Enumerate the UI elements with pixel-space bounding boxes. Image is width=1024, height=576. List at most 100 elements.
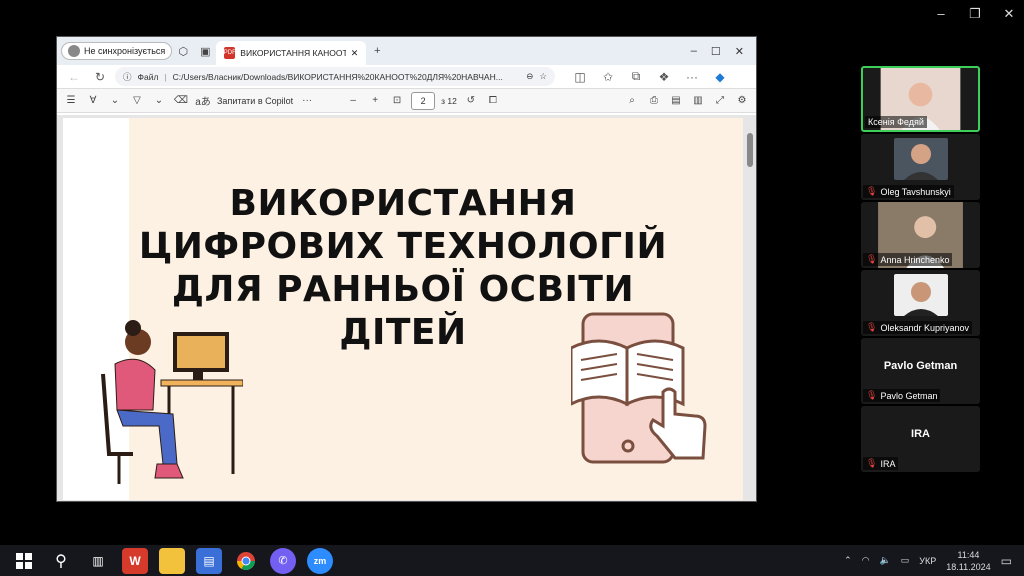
clock[interactable]: 11:44 18.11.2024 <box>946 549 990 573</box>
page-view-icon[interactable]: ⧠ <box>485 92 501 110</box>
chevron-down-icon[interactable]: ⌄ <box>107 92 123 110</box>
ask-copilot-button[interactable]: Запитати в Copilot <box>217 96 293 106</box>
title-line: ВИКОРИСТАННЯ <box>229 183 577 224</box>
mic-muted-icon: 🎙 <box>866 186 878 196</box>
new-tab-button[interactable]: + <box>366 40 388 62</box>
zoom-out-button[interactable]: – <box>345 92 361 110</box>
url-path: C:/Users/Власник/Downloads/ВИКОРИСТАННЯ%… <box>172 71 503 82</box>
page-number-input[interactable]: 2 <box>411 91 436 110</box>
pdf-page: ВИКОРИСТАННЯ ЦИФРОВИХ ТЕХНОЛОГІЙ ДЛЯ РАН… <box>63 118 743 500</box>
fullscreen-icon[interactable]: ⤢ <box>712 92 728 110</box>
settings-gear-icon[interactable]: ⚙ <box>734 92 750 110</box>
favorites-icon[interactable]: ✩ <box>597 67 619 87</box>
rotate-icon[interactable]: ↺ <box>463 92 479 110</box>
profile-button[interactable]: Не синхронізується <box>61 42 173 60</box>
pdf-viewer[interactable]: ВИКОРИСТАННЯ ЦИФРОВИХ ТЕХНОЛОГІЙ ДЛЯ РАН… <box>57 115 756 501</box>
close-button[interactable]: ✕ <box>1002 6 1016 22</box>
edge-close-button[interactable]: ✕ <box>735 45 744 58</box>
extensions-icon[interactable]: ❖ <box>653 67 675 87</box>
participant-name: 🎙 IRA <box>863 457 899 470</box>
tab-actions-icon[interactable]: ▣ <box>194 40 216 62</box>
participant-name: Ксенія Федяй <box>865 116 927 128</box>
eraser-icon[interactable]: ⌫ <box>173 92 189 110</box>
notifications-icon[interactable]: ▭ <box>1001 554 1012 568</box>
chevron-down-icon[interactable]: ⌄ <box>151 92 167 110</box>
more-menu-icon[interactable]: ··· <box>681 67 703 87</box>
save-app-icon[interactable]: ▤ <box>196 547 222 574</box>
pdf-toolbar: ☰ ∀ ⌄ ▽ ⌄ ⌫ aあ Запитати в Copilot ··· – … <box>57 89 756 113</box>
zoom-icon[interactable]: ⊖ <box>526 71 533 82</box>
tablet-book-illustration <box>571 312 707 464</box>
mic-muted-icon: 🎙 <box>866 322 878 332</box>
zoom-in-button[interactable]: + <box>367 92 383 110</box>
more-icon[interactable]: ··· <box>299 92 315 110</box>
pdf-icon: PDF <box>224 47 236 59</box>
search-icon[interactable]: ⌕ <box>624 92 640 110</box>
minimize-button[interactable]: – <box>934 6 948 22</box>
draw-icon[interactable]: ▽ <box>129 92 145 110</box>
split-screen-icon[interactable]: ◫ <box>569 67 591 87</box>
edge-maximize-button[interactable]: ☐ <box>711 45 721 58</box>
save-icon[interactable]: ▤ <box>668 92 684 110</box>
woman-at-computer-illustration <box>101 320 243 484</box>
scrollbar-thumb[interactable] <box>747 133 753 167</box>
wifi-icon[interactable]: ◠ <box>862 555 870 566</box>
participant-tile[interactable]: 🎙 Oleksandr Kupriyanov <box>861 270 980 336</box>
tab-title: ВИКОРИСТАННЯ КАНООТ ДЛЯ ⟩ <box>240 47 346 58</box>
page-count: з 12 <box>441 95 457 106</box>
tab-close-button[interactable]: ✕ <box>351 48 359 59</box>
print-icon[interactable]: ⎙ <box>646 92 662 110</box>
workspaces-icon[interactable]: ⬡ <box>172 40 194 62</box>
edge-window-controls: – ☐ ✕ <box>691 45 756 58</box>
participant-name: 🎙 Anna Hrinchenko <box>863 253 953 266</box>
viber-icon[interactable]: ✆ <box>270 547 296 574</box>
favorite-star-icon[interactable]: ☆ <box>539 71 547 82</box>
url-field[interactable]: ⓘ Файл | C:/Users/Власник/Downloads/ВИКО… <box>115 67 555 86</box>
avatar <box>68 45 80 57</box>
copilot-icon[interactable]: ◆ <box>709 67 731 87</box>
participant-display-name: IRA <box>911 428 930 440</box>
vertical-scrollbar[interactable] <box>746 115 754 501</box>
participant-tile[interactable]: Ксенія Федяй <box>861 66 980 132</box>
title-line: ЦИФРОВИХ ТЕХНОЛОГІЙ <box>138 226 668 267</box>
participant-name: 🎙 Oleksandr Kupriyanov <box>863 321 972 334</box>
title-line: ДЛЯ РАННЬОЇ ОСВІТИ <box>171 269 635 310</box>
participant-tile[interactable]: 🎙 Anna Hrinchenko <box>861 202 980 268</box>
participant-tile[interactable]: 🎙 Oleg Tavshunskyi <box>861 134 980 200</box>
participant-name: 🎙 Oleg Tavshunskyi <box>863 185 954 198</box>
refresh-button[interactable]: ↻ <box>89 67 111 87</box>
edge-window: Не синхронізується ⬡ ▣ PDF ВИКОРИСТАННЯ … <box>56 36 757 502</box>
chevron-up-icon[interactable]: ⌃ <box>844 555 852 566</box>
edge-minimize-button[interactable]: – <box>691 45 697 58</box>
mic-muted-icon: 🎙 <box>866 458 878 468</box>
save-as-icon[interactable]: ▥ <box>690 92 706 110</box>
language-indicator[interactable]: УКР <box>919 556 936 566</box>
tab-pdf[interactable]: PDF ВИКОРИСТАННЯ КАНООТ ДЛЯ ⟩ ✕ <box>216 41 367 65</box>
restore-button[interactable]: ❐ <box>968 6 982 22</box>
wps-office-icon[interactable]: W <box>122 547 148 574</box>
back-button[interactable]: ← <box>63 67 85 87</box>
taskbar: ⚲ ▥ W ▤ ✆ zm ⌃ ◠ 🔈 ▭ УКР 11:44 18.11.202… <box>0 545 1024 576</box>
search-icon[interactable]: ⚲ <box>48 548 74 574</box>
profile-label: Не синхронізується <box>84 46 166 56</box>
chrome-icon[interactable] <box>233 548 259 574</box>
participant-display-name: Pavlo Getman <box>883 360 958 372</box>
collections-icon[interactable]: ⧉ <box>625 67 647 87</box>
highlight-icon[interactable]: ∀ <box>85 92 101 110</box>
participant-tile[interactable]: IRA 🎙 IRA <box>861 406 980 472</box>
file-explorer-icon[interactable] <box>159 547 185 574</box>
info-icon: ⓘ <box>123 71 132 82</box>
contents-icon[interactable]: ☰ <box>63 92 79 110</box>
task-view-icon[interactable]: ▥ <box>85 548 111 574</box>
read-aloud-icon[interactable]: aあ <box>195 92 211 110</box>
battery-icon[interactable]: ▭ <box>901 555 910 566</box>
speaker-icon[interactable]: 🔈 <box>880 555 891 566</box>
fit-page-icon[interactable]: ⊡ <box>389 92 405 110</box>
desktop: – ❐ ✕ Не синхронізується ⬡ ▣ PDF ВИКОРИС… <box>0 0 1024 576</box>
url-separator: | <box>164 71 167 82</box>
zoom-app-icon[interactable]: zm <box>307 547 333 574</box>
start-button[interactable] <box>11 548 37 574</box>
participant-tile[interactable]: Pavlo Getman 🎙 Pavlo Getman <box>861 338 980 404</box>
browser-toolbar-icons: ◫ ✩ ⧉ ❖ ··· ◆ <box>569 67 731 87</box>
windows-icon <box>16 552 32 569</box>
